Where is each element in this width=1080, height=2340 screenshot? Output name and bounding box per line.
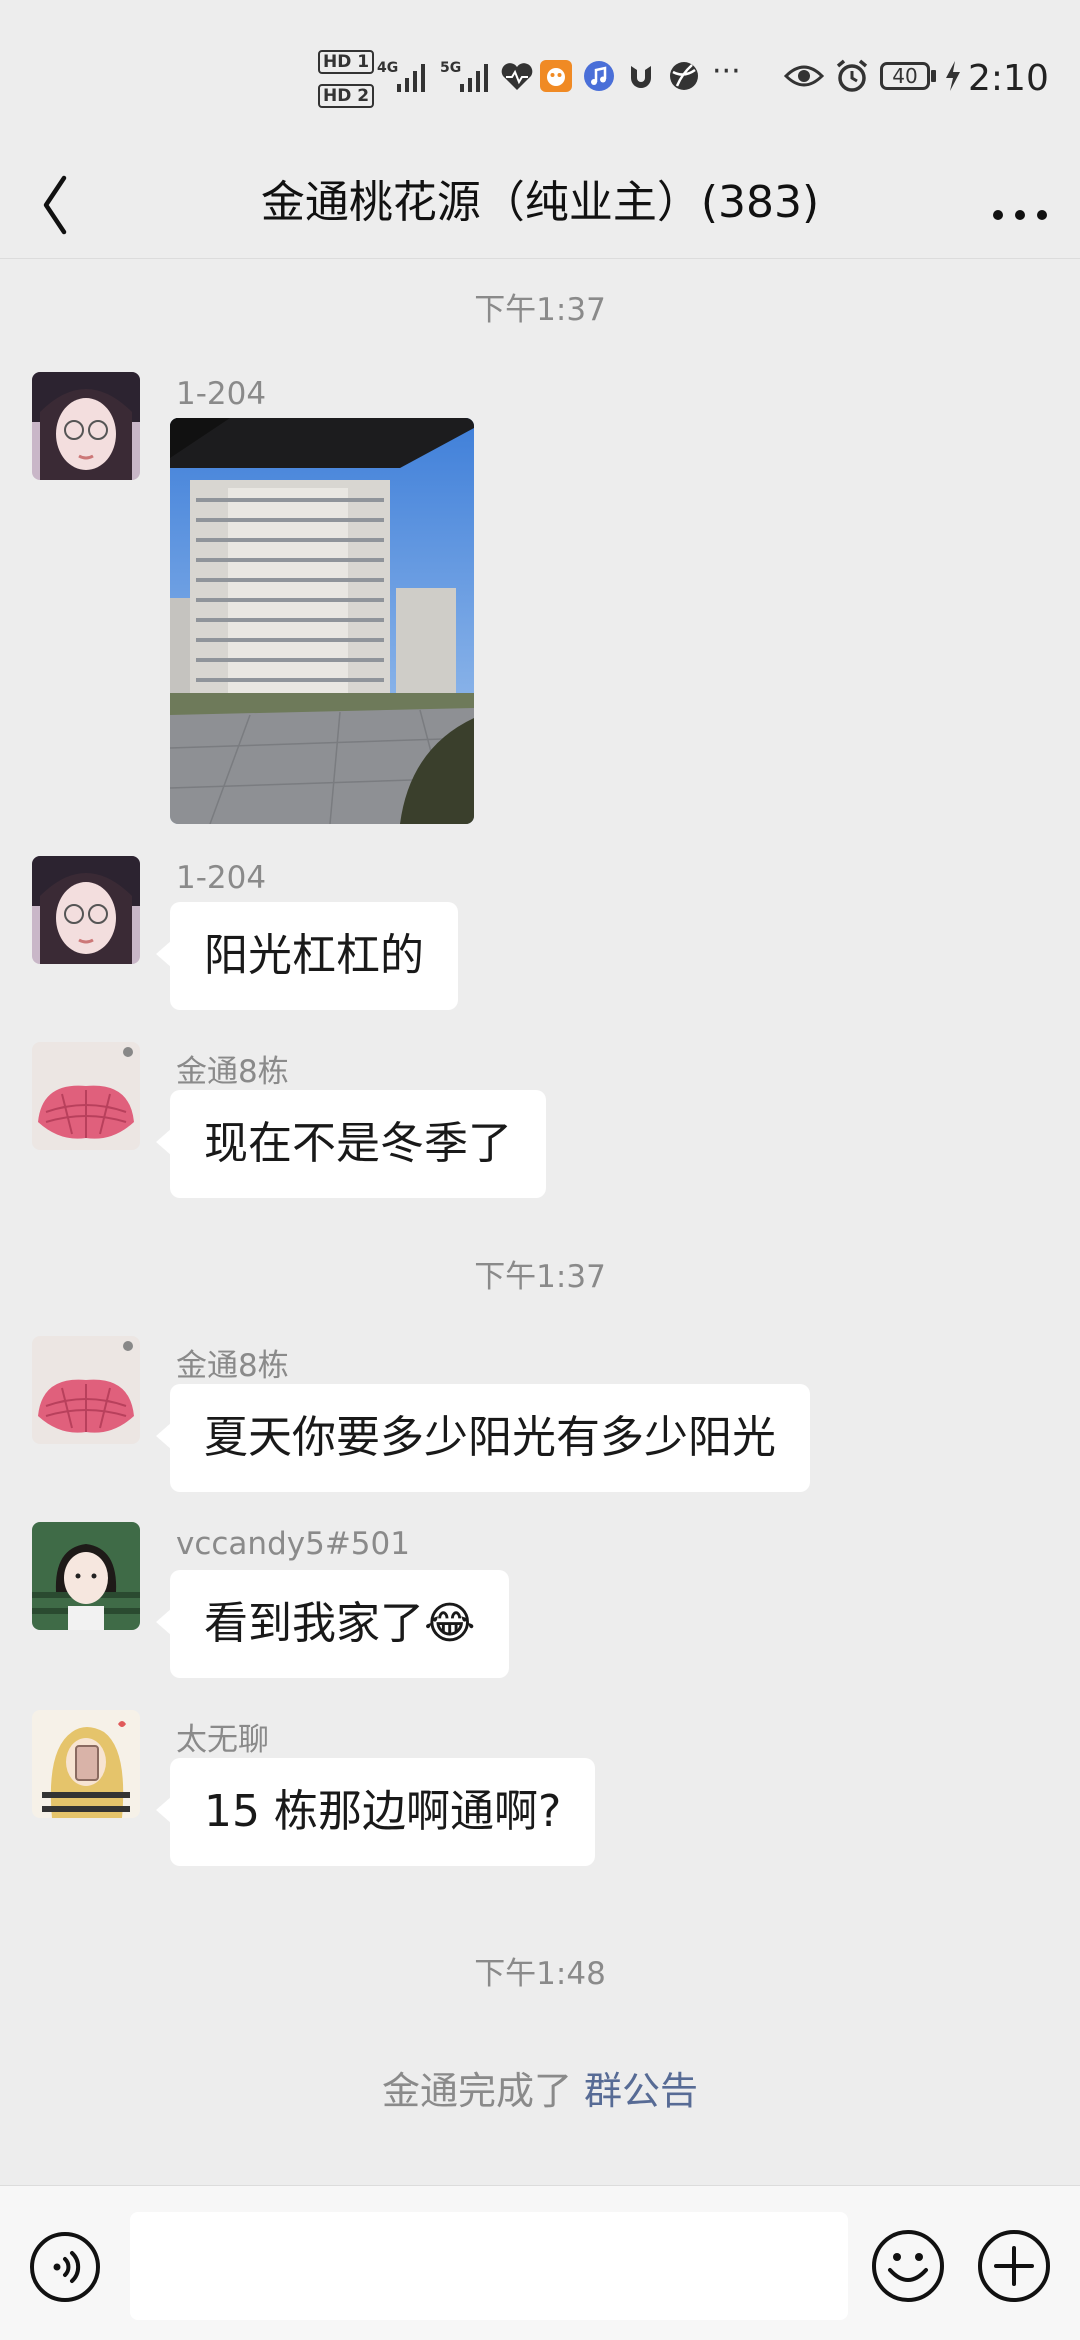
chat-header: 金通桃花源（纯业主）(383) xyxy=(0,150,1080,260)
avatar[interactable] xyxy=(32,856,140,964)
message-bubble[interactable]: 现在不是冬季了 xyxy=(156,1090,546,1198)
signal-bars-2-icon xyxy=(460,64,488,92)
status-clock: 2:10 xyxy=(968,58,1049,99)
avatar[interactable] xyxy=(32,372,140,480)
sender-name: vccandy5#501 xyxy=(176,1526,410,1562)
avatar[interactable] xyxy=(32,1522,140,1630)
avatar[interactable] xyxy=(32,1710,140,1818)
message-text: 看到我家了 xyxy=(204,1598,424,1649)
voice-icon xyxy=(30,2232,100,2302)
avatar-girl-classroom-image xyxy=(32,1522,140,1630)
back-button[interactable] xyxy=(28,170,88,240)
avatar-pink-flower-image xyxy=(32,1042,140,1150)
message-bubble[interactable]: 阳光杠杠的 xyxy=(156,902,458,1010)
eye-comfort-icon xyxy=(784,65,824,87)
timestamp: 下午1:37 xyxy=(474,1259,606,1295)
message-bubble[interactable]: 15 栋那边啊通啊? xyxy=(155,1758,596,1866)
laughing-tears-emoji-icon: 😂 xyxy=(424,1598,476,1649)
app-u-icon xyxy=(631,66,651,88)
battery-tip xyxy=(931,70,936,82)
health-heart-icon xyxy=(501,63,533,90)
sender-name: 金通8栋 xyxy=(176,1348,289,1384)
status-bar: HD 1 HD 2 4G 5G ··· 40 2:10 xyxy=(0,0,1080,150)
more-dots-icon xyxy=(993,210,1047,220)
avatar-girl-glasses-image xyxy=(32,856,140,964)
sender-name: 1-204 xyxy=(176,376,267,412)
image-message[interactable] xyxy=(170,418,474,824)
building-photo-image xyxy=(170,418,474,824)
more-options-button[interactable] xyxy=(970,170,1060,240)
app-badge-orange-icon xyxy=(540,60,572,92)
message-input[interactable] xyxy=(130,2212,848,2320)
browser-app-icon xyxy=(670,62,698,90)
plus-icon xyxy=(978,2230,1050,2302)
system-notice-text: 金通完成了 xyxy=(381,2069,572,2113)
smiley-icon xyxy=(872,2230,944,2302)
timestamp: 下午1:37 xyxy=(474,292,606,328)
chat-screen: HD 1 HD 2 4G 5G ··· 40 2:10 金通桃花源（纯业主）(3… xyxy=(0,0,1080,2340)
avatar-girl-glasses-image xyxy=(32,372,140,480)
sender-name: 1-204 xyxy=(176,860,267,896)
music-app-icon xyxy=(584,61,614,91)
avatar[interactable] xyxy=(32,1042,140,1150)
more-notifications-label: ··· xyxy=(712,54,741,89)
message-bubble[interactable]: 夏天你要多少阳光有多少阳光 xyxy=(156,1384,810,1492)
avatar-illustrated-girl-image xyxy=(32,1710,140,1818)
sender-name: 金通8栋 xyxy=(176,1054,289,1090)
avatar-pink-flower-image xyxy=(32,1336,140,1444)
charging-bolt-icon xyxy=(946,61,960,91)
chat-title: 金通桃花源（纯业主）(383) xyxy=(260,177,820,228)
alarm-clock-icon xyxy=(836,59,868,92)
avatar[interactable] xyxy=(32,1336,140,1444)
more-functions-button[interactable] xyxy=(976,2228,1052,2304)
sender-name: 太无聊 xyxy=(176,1722,269,1758)
group-announcement-link[interactable]: 群公告 xyxy=(584,2069,698,2113)
input-bar xyxy=(0,2185,1080,2340)
hd2-indicator: HD 2 xyxy=(318,84,375,108)
voice-input-button[interactable] xyxy=(28,2230,102,2304)
hd1-indicator: HD 1 xyxy=(318,50,375,74)
system-notice: 金通完成了 群公告 xyxy=(0,2060,1080,2115)
timestamp: 下午1:48 xyxy=(474,1956,606,1992)
battery-level: 40 xyxy=(880,62,930,90)
message-bubble[interactable]: 看到我家了😂 xyxy=(155,1570,510,1678)
header-divider xyxy=(0,258,1080,259)
signal-bars-icon xyxy=(397,64,425,92)
emoji-button[interactable] xyxy=(870,2228,946,2304)
chevron-left-icon xyxy=(43,175,67,235)
